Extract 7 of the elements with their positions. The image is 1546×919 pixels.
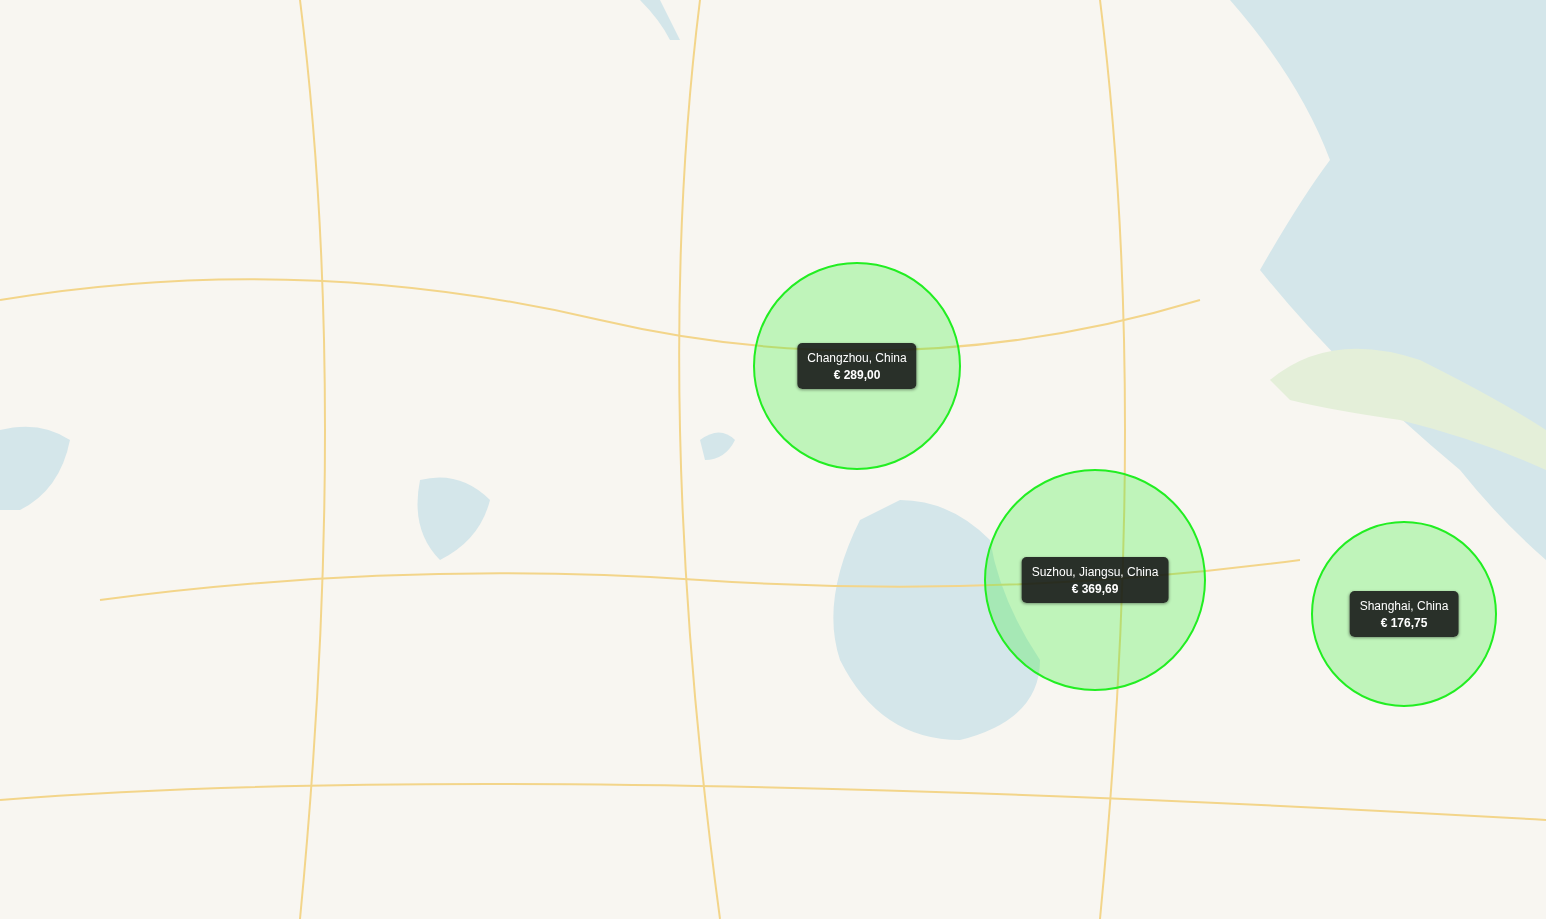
place-label: Changzhou, China: [807, 350, 907, 367]
price-label: € 176,75: [1380, 615, 1428, 631]
price-label: € 369,69: [1071, 581, 1119, 597]
price-label: € 289,00: [833, 367, 881, 383]
place-label: Suzhou, Jiangsu, China: [1031, 564, 1159, 581]
place-label: Shanghai, China: [1359, 598, 1449, 615]
map-view[interactable]: Changzhou, China € 289,00 Suzhou, Jiangsu, China € 369,69 Shanghai, China € 176,75: [0, 0, 1546, 919]
